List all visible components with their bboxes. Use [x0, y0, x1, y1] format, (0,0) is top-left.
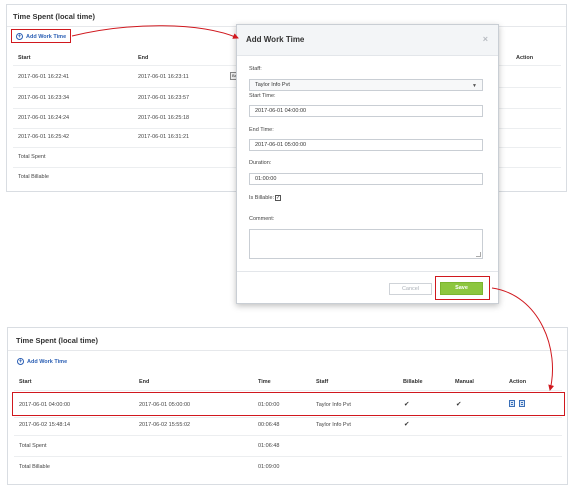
- arrow-to-new-row: [491, 287, 555, 391]
- annotation-arrows: [71, 25, 555, 391]
- arrow-to-modal: [71, 25, 239, 39]
